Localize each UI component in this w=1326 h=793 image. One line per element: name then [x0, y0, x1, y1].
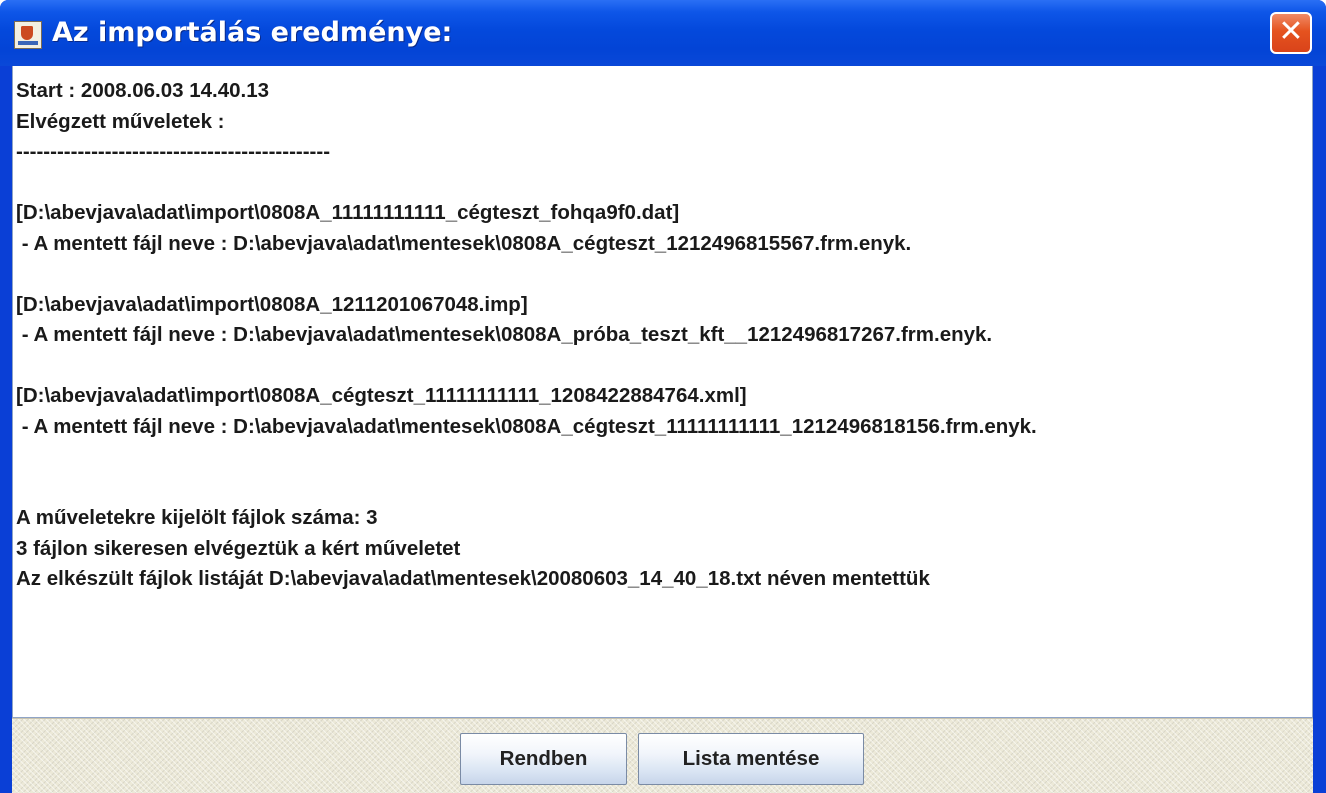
save-list-button[interactable]: Lista mentése: [638, 733, 864, 785]
log-line: - A mentett fájl neve : D:\abevjava\adat…: [16, 231, 912, 255]
import-result-dialog: Az importálás eredménye: ✕ Start : 2008.…: [0, 0, 1326, 793]
title-bar[interactable]: Az importálás eredménye: ✕: [0, 0, 1326, 66]
log-line: Elvégzett műveletek :: [16, 109, 225, 133]
log-line: [D:\abevjava\adat\import\0808A_111111111…: [16, 201, 680, 224]
log-line: ----------------------------------------…: [16, 140, 331, 163]
log-line: Az elkészült fájlok listáját D:\abevjava…: [16, 567, 930, 590]
result-text-area[interactable]: Start : 2008.06.03 14.40.13 Elvégzett műv…: [12, 66, 1313, 718]
java-app-icon: [14, 21, 42, 49]
window-title: Az importálás eredménye:: [52, 17, 453, 48]
log-line: [D:\abevjava\adat\import\0808A_cégteszt_…: [16, 384, 747, 407]
log-line: 3 fájlon sikeresen elvégeztük a kért műv…: [16, 536, 461, 560]
result-log: Start : 2008.06.03 14.40.13 Elvégzett műv…: [16, 76, 1306, 595]
log-line: - A mentett fájl neve : D:\abevjava\adat…: [16, 414, 1037, 438]
log-line: A műveletekre kijelölt fájlok száma: 3: [16, 506, 378, 529]
log-line: Start : 2008.06.03 14.40.13: [16, 79, 270, 102]
close-button[interactable]: ✕: [1270, 12, 1312, 54]
button-bar: Rendben Lista mentése: [12, 718, 1313, 793]
log-line: - A mentett fájl neve : D:\abevjava\adat…: [16, 323, 993, 346]
ok-button[interactable]: Rendben: [460, 733, 627, 785]
close-icon: ✕: [1278, 14, 1304, 49]
log-line: [D:\abevjava\adat\import\0808A_121120106…: [16, 292, 528, 316]
